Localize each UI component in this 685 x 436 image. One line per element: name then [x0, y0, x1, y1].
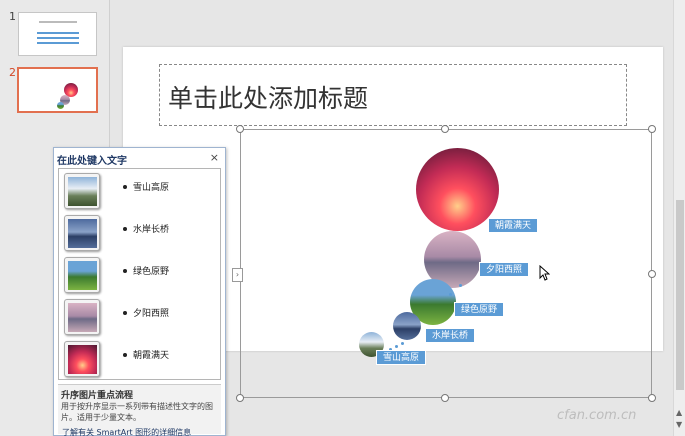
thumb-title-line [39, 21, 77, 23]
close-icon[interactable]: × [210, 151, 219, 164]
slide-thumbnail-1[interactable] [18, 12, 97, 56]
text-pane-title: 在此处键入文字 [57, 156, 127, 167]
title-placeholder[interactable]: 单击此处添加标题 [159, 64, 627, 126]
resize-handle[interactable] [441, 394, 449, 402]
flow-dot [459, 284, 462, 287]
smartart-help-link[interactable]: 了解有关 SmartArt 图形的详细信息 [62, 427, 191, 436]
layout-name: 升序图片重点流程 [61, 391, 134, 401]
mouse-cursor-icon [539, 265, 550, 281]
bullet-icon [123, 269, 127, 273]
text-pane-toggle[interactable]: › [232, 268, 243, 282]
smartart-label-4[interactable]: 水岸长桥 [425, 328, 476, 343]
scroll-up-icon[interactable]: ▲ [676, 408, 682, 417]
flow-dot [401, 342, 404, 345]
thumb-text-line [37, 42, 79, 44]
thumb-text-line [37, 37, 79, 39]
picture-placeholder[interactable] [64, 341, 100, 377]
smartart-label-5[interactable]: 雪山高原 [376, 350, 427, 365]
list-item-text[interactable]: 水岸长桥 [133, 222, 169, 235]
resize-handle[interactable] [236, 125, 244, 133]
bullet-icon [123, 227, 127, 231]
resize-handle[interactable] [648, 270, 656, 278]
layout-description-text: 用于按升序显示一系列带有描述性文字的图片。适用于少量文本。 [61, 402, 213, 422]
slide-number-2: 2 [9, 66, 16, 79]
scroll-down-icon[interactable]: ▼ [676, 420, 682, 429]
resize-handle[interactable] [648, 125, 656, 133]
powerpoint-window: 1 2 单击此处添加标题 › 朝霞满天 夕阳西照 绿色原野 水岸长桥 雪山高原 … [0, 0, 685, 436]
resize-handle[interactable] [441, 125, 449, 133]
smartart-label-1[interactable]: 朝霞满天 [488, 218, 539, 233]
bullet-icon [123, 185, 127, 189]
flow-dot [395, 345, 398, 348]
title-placeholder-text: 单击此处添加标题 [168, 84, 369, 113]
picture-placeholder[interactable] [64, 299, 100, 335]
bullet-icon [123, 311, 127, 315]
smartart-label-3[interactable]: 绿色原野 [454, 302, 505, 317]
list-item[interactable]: 朝霞满天 [62, 341, 217, 377]
text-pane-list: 雪山高原 水岸长桥 绿色原野 夕阳西照 朝霞满天 [58, 168, 221, 380]
bridge-picture[interactable] [393, 312, 421, 340]
slide-number-1: 1 [9, 10, 16, 23]
list-item[interactable]: 绿色原野 [62, 257, 217, 293]
list-item-text[interactable]: 雪山高原 [133, 180, 169, 193]
flow-dot [449, 293, 452, 296]
picture-placeholder[interactable] [64, 173, 100, 209]
vertical-scrollbar[interactable]: ▲ ▼ [673, 0, 685, 436]
list-item-text[interactable]: 朝霞满天 [133, 348, 169, 361]
bullet-icon [123, 353, 127, 357]
smartart-label-2[interactable]: 夕阳西照 [479, 262, 530, 277]
list-item-text[interactable]: 夕阳西照 [133, 306, 169, 319]
slide-thumbnail-2[interactable] [17, 67, 98, 113]
watermark: cfan.com.cn [557, 408, 637, 423]
smartart-text-pane: 在此处键入文字 × 雪山高原 水岸长桥 绿色原野 夕阳西照 朝霞满天 升序图片重… [53, 147, 226, 436]
scrollbar-thumb[interactable] [676, 200, 684, 390]
sunrise-picture[interactable] [416, 148, 499, 231]
list-item-text[interactable]: 绿色原野 [133, 264, 169, 277]
thumb-circle [57, 102, 64, 109]
resize-handle[interactable] [236, 394, 244, 402]
picture-placeholder[interactable] [64, 215, 100, 251]
resize-handle[interactable] [648, 394, 656, 402]
picture-placeholder[interactable] [64, 257, 100, 293]
list-item[interactable]: 水岸长桥 [62, 215, 217, 251]
list-item[interactable]: 夕阳西照 [62, 299, 217, 335]
list-item[interactable]: 雪山高原 [62, 173, 217, 209]
thumb-text-line [37, 32, 79, 34]
